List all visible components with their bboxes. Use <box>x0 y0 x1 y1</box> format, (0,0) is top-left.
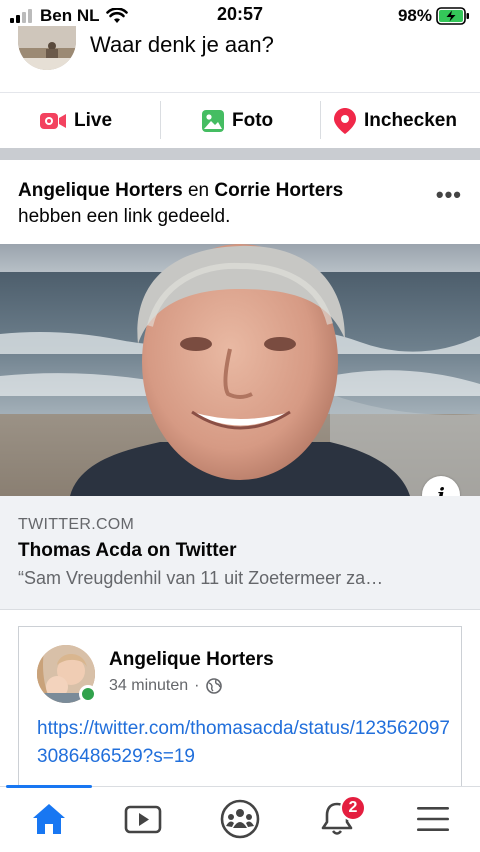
author-link[interactable]: Corrie Horters <box>214 180 343 201</box>
battery-charging-icon <box>436 7 469 25</box>
battery-percent: 98% <box>397 6 432 25</box>
shared-post-card[interactable]: Angelique Horters 34 minuten · https://t… <box>18 626 462 806</box>
battery-status: 98% <box>398 4 470 28</box>
menu-icon <box>417 807 449 831</box>
link-details[interactable]: TWITTER.COM Thomas Acda on Twitter “Sam … <box>0 496 480 610</box>
check-in-button[interactable]: Inchecken <box>334 93 457 149</box>
post-timestamp[interactable]: 34 minuten <box>109 677 188 695</box>
notification-count-badge: 2 <box>340 795 366 821</box>
location-pin-icon <box>334 108 356 134</box>
divider <box>160 101 161 139</box>
shared-url-link[interactable]: https://twitter.com/thomasacda/status/12… <box>37 715 457 771</box>
connector-text: en <box>182 180 215 201</box>
link-description: “Sam Vreugdenhil van 11 uit Zoetermeer z… <box>18 568 384 588</box>
more-options-icon[interactable]: ••• <box>436 182 462 208</box>
meta-separator: · <box>194 677 200 694</box>
feed-separator <box>0 148 480 160</box>
live-button[interactable]: Live <box>40 93 112 149</box>
home-icon <box>33 804 65 834</box>
tab-menu[interactable] <box>408 797 458 841</box>
post-meta: 34 minuten · <box>109 677 222 695</box>
post-composer[interactable]: Waar denk je aan? <box>0 26 480 90</box>
post-header: Angelique Horters en Corrie Horters hebb… <box>18 178 438 230</box>
post-action-text: hebben een link gedeeld. <box>18 206 231 227</box>
check-in-label: Inchecken <box>364 110 457 131</box>
bottom-tab-bar: 2 <box>0 785 480 852</box>
link-title[interactable]: Thomas Acda on Twitter <box>18 540 237 562</box>
tab-groups[interactable] <box>215 797 265 841</box>
author-link[interactable]: Angelique Horters <box>18 180 183 201</box>
live-label: Live <box>74 110 113 131</box>
photo-icon <box>202 110 224 132</box>
link-preview-image[interactable] <box>0 244 480 496</box>
photo-label: Foto <box>232 110 274 131</box>
active-tab-indicator <box>6 785 92 788</box>
link-domain: TWITTER.COM <box>18 516 135 533</box>
online-status-indicator <box>79 685 97 703</box>
composer-actions: Live Foto Inchecken <box>0 92 480 148</box>
live-video-icon <box>40 113 66 129</box>
watch-icon <box>124 805 162 834</box>
globe-icon <box>205 678 222 694</box>
preview-photo <box>0 244 480 496</box>
composer-prompt[interactable]: Waar denk je aan? <box>90 32 274 58</box>
photo-button[interactable]: Foto <box>202 93 273 149</box>
tab-watch[interactable] <box>118 797 168 841</box>
avatar[interactable] <box>18 26 76 70</box>
divider <box>320 101 321 139</box>
groups-icon <box>220 799 260 839</box>
tab-home[interactable] <box>24 797 74 841</box>
shared-author-name[interactable]: Angelique Horters <box>109 649 274 671</box>
